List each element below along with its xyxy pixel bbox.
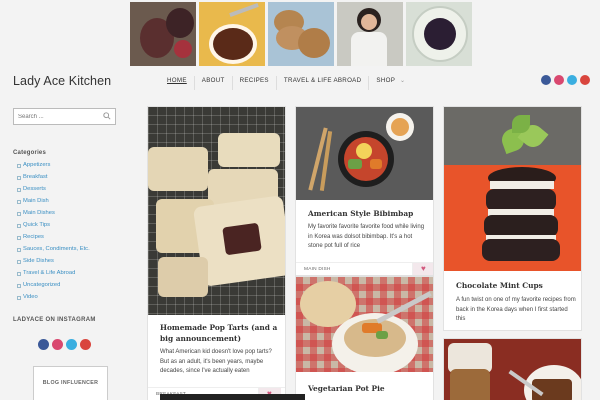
category-link-breakfast[interactable]: Breakfast [13, 171, 123, 183]
cookies-photo [268, 2, 334, 66]
category-link-main-dish[interactable]: Main Dish [13, 195, 123, 207]
header-social-links [541, 75, 590, 85]
category-link-quick-tips[interactable]: Quick Tips [13, 219, 123, 231]
chevron-down-icon: ⌄ [400, 78, 406, 84]
search-icon[interactable] [103, 112, 111, 120]
nav-item-travel[interactable]: TRAVEL & LIFE ABROAD [277, 76, 370, 90]
video-player-bar[interactable] [160, 394, 305, 400]
blog-influencer-badge[interactable]: BLOG INFLUENCER [33, 366, 108, 400]
category-link-video[interactable]: Video [13, 291, 123, 303]
pot-pie-photo [296, 277, 433, 372]
nav-item-shop-label: SHOP [376, 77, 396, 84]
header-photo-strip [130, 2, 473, 66]
category-link-uncategorized[interactable]: Uncategorized [13, 279, 123, 291]
bibimbap-photo [296, 107, 433, 200]
post-card-mint-cups[interactable]: Chocolate Mint Cups A fun twist on one o… [443, 106, 582, 331]
sidebar-social-links [13, 339, 123, 350]
pop-tarts-photo [148, 107, 285, 315]
nav-item-home[interactable]: HOME [160, 76, 195, 90]
post-footer: MAIN DISH ♥ [296, 262, 433, 275]
youtube-icon[interactable] [580, 75, 590, 85]
category-link-side-dishes[interactable]: Side Dishes [13, 255, 123, 267]
like-button[interactable]: ♥ [412, 263, 433, 275]
site-title[interactable]: Lady Ace Kitchen [13, 74, 111, 88]
nav-item-shop[interactable]: SHOP ⌄ [369, 76, 412, 90]
instagram-icon[interactable] [554, 75, 564, 85]
badge-label: BLOG INFLUENCER [42, 380, 99, 386]
post-title[interactable]: Vegetarian Pot Pie [308, 383, 426, 394]
twitter-icon[interactable] [567, 75, 577, 85]
post-excerpt: What American kid doesn't love pop tarts… [160, 349, 272, 374]
category-link-travel[interactable]: Travel & Life Abroad [13, 267, 123, 279]
post-card-pop-tarts[interactable]: Homemade Pop Tarts (and a big announceme… [147, 106, 286, 400]
sauce-bowl-photo [199, 2, 265, 66]
instagram-heading: LADYACE ON INSTAGRAM [13, 317, 96, 323]
figs-photo [130, 2, 196, 66]
site-header: Lady Ace Kitchen HOME ABOUT RECIPES TRAV… [0, 70, 600, 94]
post-title[interactable]: Chocolate Mint Cups [456, 280, 574, 291]
facebook-icon[interactable] [541, 75, 551, 85]
nav-item-about[interactable]: ABOUT [195, 76, 233, 90]
mint-cups-photo [444, 107, 581, 271]
twitter-icon[interactable] [66, 339, 77, 350]
post-excerpt: My favorite favorite favorite food while… [308, 224, 425, 249]
post-card-bibimbap[interactable]: American Style Bibimbap My favorite favo… [295, 106, 434, 276]
post-title[interactable]: Homemade Pop Tarts (and a big announceme… [160, 322, 278, 344]
categories-list: Appetizers Breakfast Desserts Main Dish … [13, 159, 123, 303]
main-nav: HOME ABOUT RECIPES TRAVEL & LIFE ABROAD … [160, 76, 412, 90]
category-link-recipes[interactable]: Recipes [13, 231, 123, 243]
category-link-appetizers[interactable]: Appetizers [13, 159, 123, 171]
post-excerpt: A fun twist on one of my favorite recipe… [456, 297, 576, 322]
category-link-desserts[interactable]: Desserts [13, 183, 123, 195]
instagram-icon[interactable] [52, 339, 63, 350]
author-photo [337, 2, 403, 66]
youtube-icon[interactable] [80, 339, 91, 350]
post-card-pot-pie[interactable]: Vegetarian Pot Pie [295, 276, 434, 400]
post-title[interactable]: American Style Bibimbap [308, 208, 426, 219]
bread-photo [444, 339, 581, 400]
facebook-icon[interactable] [38, 339, 49, 350]
category-link-main-dishes[interactable]: Main Dishes [13, 207, 123, 219]
search-input[interactable] [18, 109, 98, 124]
berries-bowl-photo [406, 2, 472, 66]
post-category[interactable]: MAIN DISH [304, 267, 331, 272]
sidebar: Categories Appetizers Breakfast Desserts… [13, 108, 123, 400]
search-box [13, 108, 116, 125]
post-card-bread[interactable] [443, 338, 582, 400]
category-link-sauces[interactable]: Sauces, Condiments, Etc. [13, 243, 123, 255]
nav-item-recipes[interactable]: RECIPES [233, 76, 277, 90]
categories-heading: Categories [13, 150, 47, 156]
heart-icon: ♥ [421, 264, 426, 273]
